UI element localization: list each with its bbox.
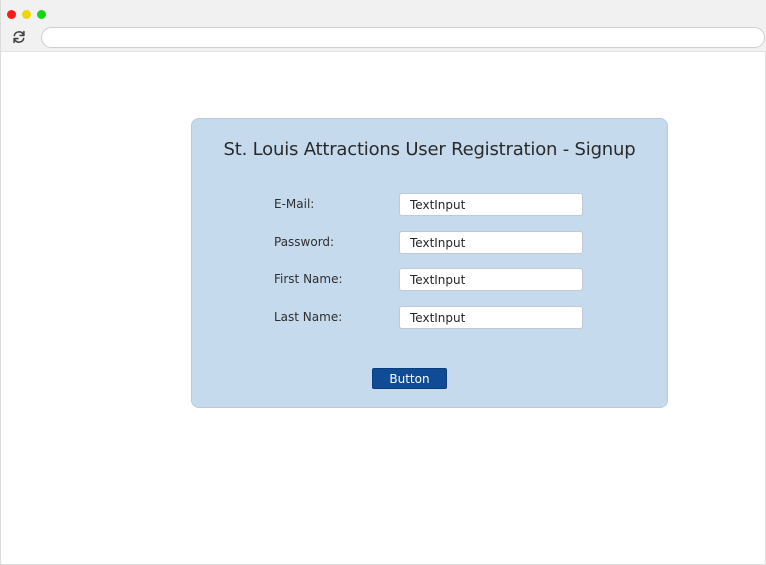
maximize-window-button[interactable] [37, 10, 46, 19]
reload-icon [13, 30, 25, 44]
address-bar[interactable] [41, 27, 765, 48]
email-label: E-Mail: [274, 197, 315, 211]
first-name-field[interactable] [399, 268, 583, 291]
password-field[interactable] [399, 231, 583, 254]
signup-button[interactable]: Button [372, 368, 447, 389]
email-field[interactable] [399, 193, 583, 216]
last-name-field[interactable] [399, 306, 583, 329]
browser-window: St. Louis Attractions User Registration … [0, 0, 766, 565]
reload-button[interactable] [11, 29, 27, 45]
signup-form: St. Louis Attractions User Registration … [191, 118, 668, 408]
password-label: Password: [274, 235, 335, 249]
form-title: St. Louis Attractions User Registration … [223, 139, 636, 160]
last-name-label: Last Name: [274, 310, 343, 324]
close-window-button[interactable] [7, 10, 16, 19]
first-name-label: First Name: [274, 272, 343, 286]
minimize-window-button[interactable] [22, 10, 31, 19]
browser-toolbar [1, 0, 766, 52]
